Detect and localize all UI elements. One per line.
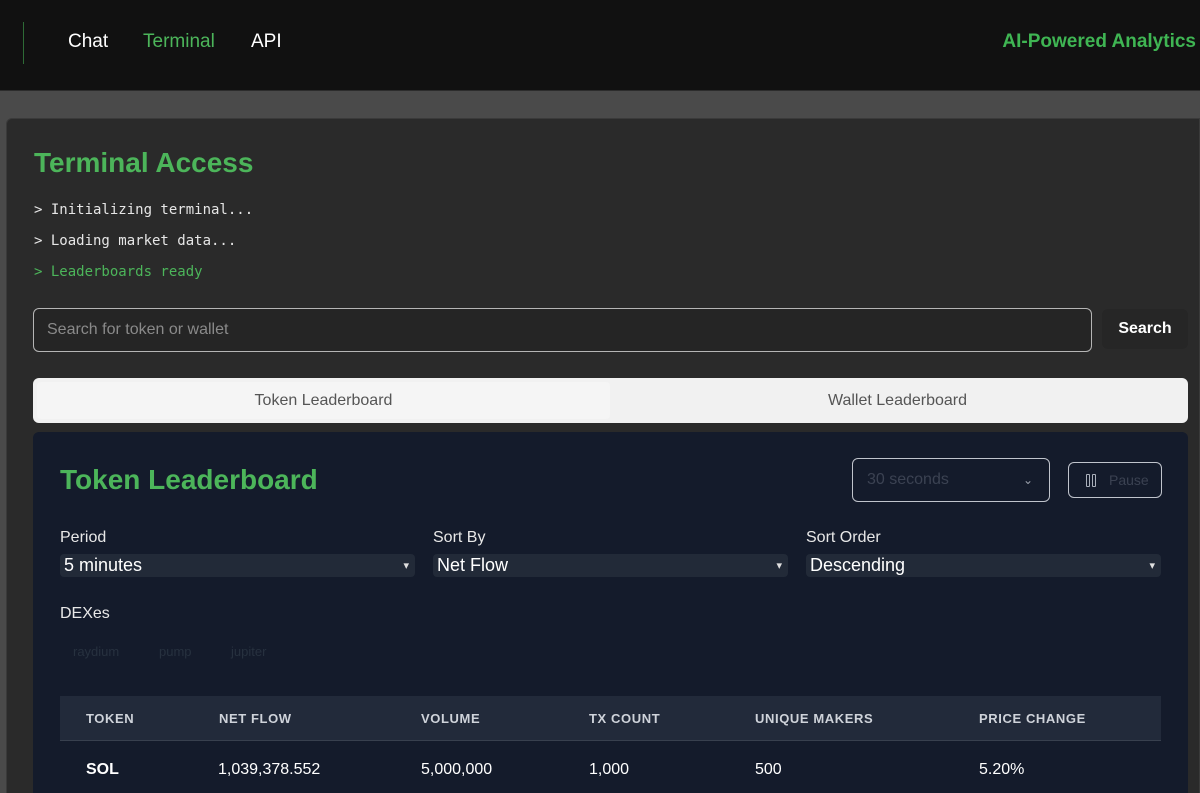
dex-chip-raydium[interactable]: raydium bbox=[73, 644, 119, 659]
brand-tagline: AI-Powered Analytics bbox=[1002, 31, 1196, 52]
board-title: Token Leaderboard bbox=[60, 464, 318, 495]
column-header-tx-count[interactable]: TX COUNT bbox=[589, 711, 660, 726]
nav-divider bbox=[23, 22, 24, 64]
sort-order-value: Descending bbox=[810, 555, 906, 575]
chevron-down-icon: ⌄ bbox=[1022, 473, 1033, 487]
search-button[interactable]: Search bbox=[1102, 309, 1188, 349]
period-value: 5 minutes bbox=[64, 555, 143, 575]
cell-unique-makers: 500 bbox=[755, 761, 782, 778]
cell-tx-count: 1,000 bbox=[589, 761, 630, 778]
column-header-price-change[interactable]: PRICE CHANGE bbox=[979, 711, 1086, 726]
chevron-down-icon: ▾ bbox=[776, 560, 782, 572]
period-label: Period bbox=[60, 529, 107, 546]
leaderboard-tabs: Token Leaderboard Wallet Leaderboard bbox=[33, 378, 1188, 423]
top-nav: Chat Terminal API AI-Powered Analytics bbox=[0, 0, 1200, 91]
chevron-down-icon: ▾ bbox=[1149, 560, 1155, 572]
cell-net-flow: 1,039,378.552 bbox=[218, 761, 321, 778]
table-row[interactable]: SOL 1,039,378.552 5,000,000 1,000 500 5.… bbox=[60, 741, 1161, 793]
period-select[interactable]: 5 minutes ▾ bbox=[60, 554, 415, 577]
log-line-ready: > Leaderboards ready bbox=[34, 264, 203, 280]
tab-token-leaderboard[interactable]: Token Leaderboard bbox=[37, 382, 610, 419]
sort-order-select[interactable]: Descending ▾ bbox=[806, 554, 1161, 577]
log-line: > Loading market data... bbox=[34, 233, 237, 249]
search-input[interactable] bbox=[33, 308, 1092, 352]
terminal-title: Terminal Access bbox=[34, 147, 254, 178]
sort-by-value: Net Flow bbox=[437, 555, 509, 575]
dexes-label: DEXes bbox=[60, 605, 110, 622]
tab-wallet-leaderboard[interactable]: Wallet Leaderboard bbox=[611, 382, 1184, 419]
pause-button[interactable]: Pause bbox=[1068, 462, 1162, 498]
sort-order-label: Sort Order bbox=[806, 529, 881, 546]
sort-by-label: Sort By bbox=[433, 529, 486, 546]
dex-chip-jupiter[interactable]: jupiter bbox=[231, 644, 266, 659]
column-header-net-flow[interactable]: NET FLOW bbox=[219, 711, 292, 726]
table-header: TOKEN NET FLOW VOLUME TX COUNT UNIQUE MA… bbox=[60, 696, 1161, 741]
pause-icon bbox=[1086, 474, 1096, 487]
cell-token: SOL bbox=[86, 761, 119, 778]
column-header-token[interactable]: TOKEN bbox=[86, 711, 134, 726]
log-line: > Initializing terminal... bbox=[34, 202, 254, 218]
cell-price-change: 5.20% bbox=[979, 761, 1025, 778]
nav-link-api[interactable]: API bbox=[251, 31, 282, 53]
column-header-volume[interactable]: VOLUME bbox=[421, 711, 480, 726]
refresh-interval-value: 30 seconds bbox=[867, 471, 949, 488]
column-header-unique-makers[interactable]: UNIQUE MAKERS bbox=[755, 711, 873, 726]
pause-label: Pause bbox=[1109, 472, 1149, 488]
token-leaderboard-card: Token Leaderboard 30 seconds ⌄ Pause Per… bbox=[33, 432, 1188, 793]
sort-by-select[interactable]: Net Flow ▾ bbox=[433, 554, 788, 577]
refresh-interval-select[interactable]: 30 seconds ⌄ bbox=[852, 458, 1050, 502]
terminal-panel: Terminal Access > Initializing terminal.… bbox=[6, 118, 1200, 793]
dex-chip-pump[interactable]: pump bbox=[159, 644, 192, 659]
cell-volume: 5,000,000 bbox=[421, 761, 493, 778]
nav-link-terminal[interactable]: Terminal bbox=[143, 31, 215, 53]
nav-link-chat[interactable]: Chat bbox=[68, 31, 108, 53]
chevron-down-icon: ▾ bbox=[403, 560, 409, 572]
